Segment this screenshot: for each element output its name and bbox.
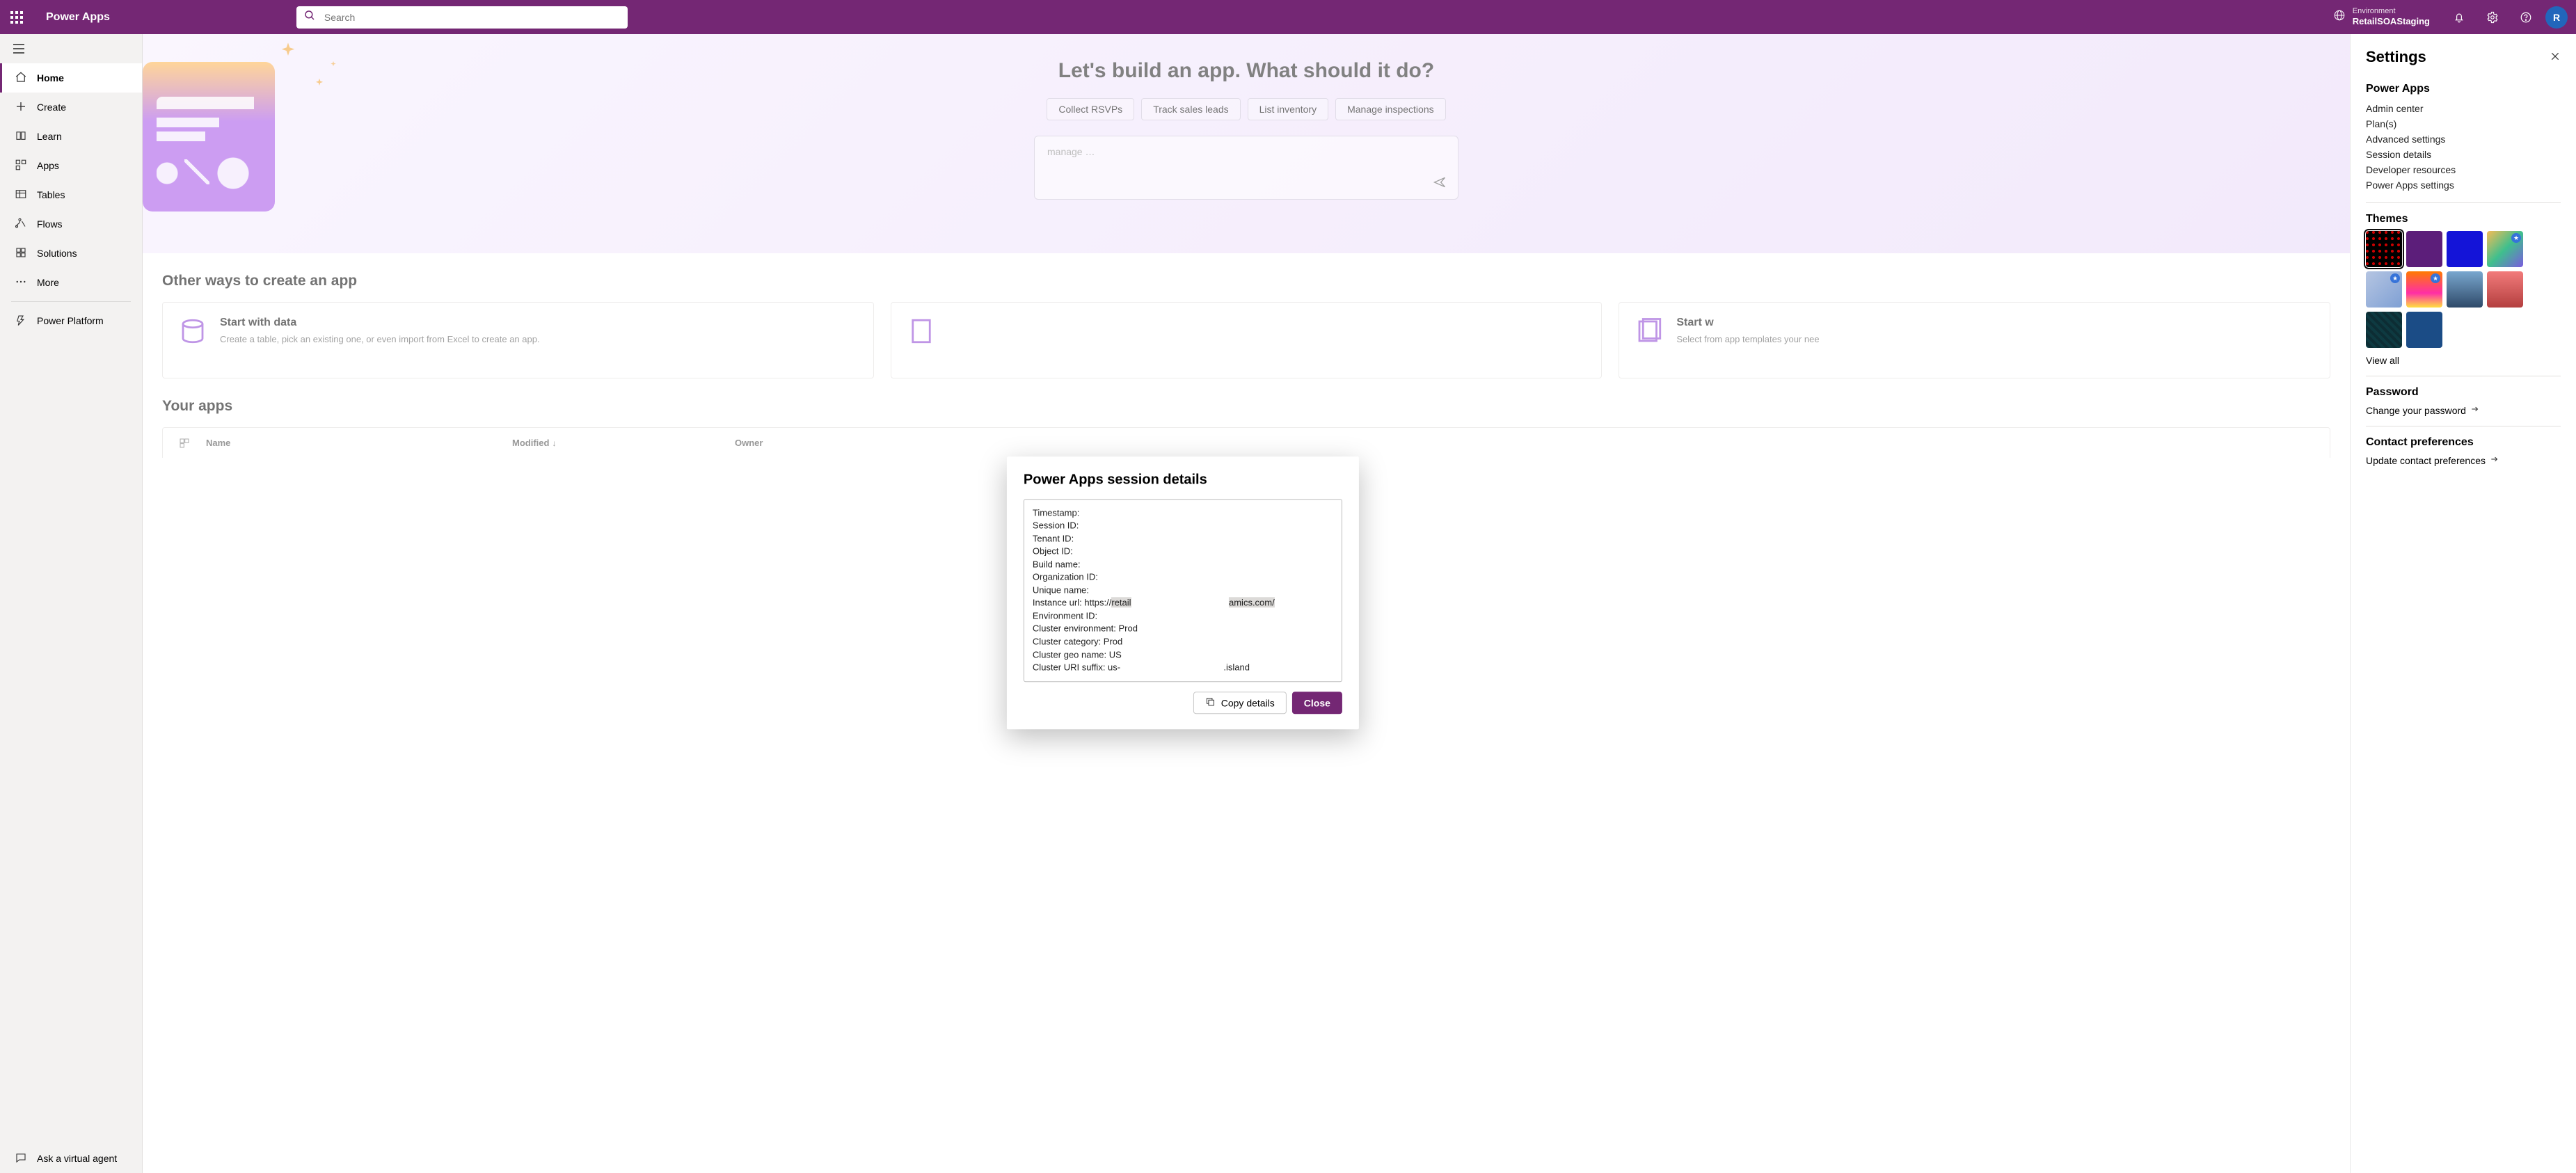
nav-power-platform[interactable]: Power Platform: [0, 306, 142, 335]
link-admin-center[interactable]: Admin center: [2366, 101, 2561, 116]
nav-label: Tables: [37, 189, 65, 200]
nav-flows[interactable]: Flows: [0, 209, 142, 239]
themes-view-all[interactable]: View all: [2366, 355, 2561, 366]
copy-label: Copy details: [1221, 697, 1275, 708]
theme-swatch-3[interactable]: ★: [2487, 231, 2523, 267]
theme-swatch-1[interactable]: [2406, 231, 2442, 267]
more-icon: [15, 276, 27, 290]
nav-label: More: [37, 277, 59, 288]
nav-label: Learn: [37, 131, 62, 142]
link-developer-resources[interactable]: Developer resources: [2366, 162, 2561, 177]
book-icon: [15, 129, 27, 144]
app-launcher[interactable]: [0, 0, 33, 34]
copy-details-button[interactable]: Copy details: [1193, 692, 1287, 714]
settings-section-password: Password: [2366, 386, 2561, 399]
nav-label: Ask a virtual agent: [37, 1153, 117, 1164]
settings-section-app: Power Apps: [2366, 83, 2561, 95]
nav-toggle[interactable]: [0, 34, 142, 63]
environment-label: Environment: [2353, 7, 2430, 16]
close-dialog-button[interactable]: Close: [1292, 692, 1342, 714]
environment-icon: [2333, 9, 2346, 25]
chat-icon: [15, 1151, 27, 1166]
help-button[interactable]: [2509, 0, 2543, 34]
star-icon: ★: [2390, 273, 2400, 283]
nav-home[interactable]: Home: [0, 63, 142, 93]
star-icon: ★: [2511, 233, 2521, 243]
arrow-right-icon: [2470, 404, 2480, 416]
link-power-apps-settings[interactable]: Power Apps settings: [2366, 177, 2561, 193]
theme-swatch-6[interactable]: [2447, 271, 2483, 308]
home-icon: [15, 71, 27, 86]
nav-label: Create: [37, 102, 66, 113]
environment-name: RetailSOAStaging: [2353, 16, 2430, 27]
theme-swatch-7[interactable]: [2487, 271, 2523, 308]
close-settings-button[interactable]: [2550, 51, 2561, 64]
nav-tables[interactable]: Tables: [0, 180, 142, 209]
nav-ask-agent[interactable]: Ask a virtual agent: [0, 1144, 142, 1173]
dialog-title: Power Apps session details: [1024, 472, 1342, 488]
link-change-password[interactable]: Change your password: [2366, 404, 2561, 416]
app-title: Power Apps: [33, 11, 122, 24]
nav-label: Flows: [37, 218, 63, 230]
session-details-dialog: Power Apps session details Timestamp: Se…: [1007, 456, 1359, 729]
link-label: Update contact preferences: [2366, 455, 2486, 466]
flow-icon: [15, 217, 27, 232]
plus-icon: [15, 100, 27, 115]
settings-section-themes: Themes: [2366, 213, 2561, 225]
power-platform-icon: [15, 314, 27, 328]
copy-icon: [1205, 696, 1216, 709]
settings-section-contact: Contact preferences: [2366, 436, 2561, 449]
theme-swatch-4[interactable]: ★: [2366, 271, 2402, 308]
search-icon: [303, 9, 316, 25]
nav-solutions[interactable]: Solutions: [0, 239, 142, 268]
arrow-right-icon: [2490, 454, 2499, 466]
theme-swatch-8[interactable]: [2366, 312, 2402, 348]
nav-create[interactable]: Create: [0, 93, 142, 122]
link-session-details[interactable]: Session details: [2366, 147, 2561, 162]
apps-icon: [15, 159, 27, 173]
avatar[interactable]: R: [2545, 6, 2568, 29]
session-details-text: Timestamp: Session ID: Tenant ID: Object…: [1024, 499, 1342, 682]
solutions-icon: [15, 246, 27, 261]
nav-more[interactable]: More: [0, 268, 142, 297]
link-plans[interactable]: Plan(s): [2366, 116, 2561, 131]
search-bar[interactable]: [296, 6, 628, 29]
nav-label: Solutions: [37, 248, 77, 259]
table-icon: [15, 188, 27, 202]
link-contact-preferences[interactable]: Update contact preferences: [2366, 454, 2561, 466]
notifications-button[interactable]: [2442, 0, 2476, 34]
settings-title: Settings: [2366, 48, 2426, 66]
theme-swatch-5[interactable]: ★: [2406, 271, 2442, 308]
nav-label: Apps: [37, 160, 59, 171]
search-input[interactable]: [324, 12, 621, 23]
link-advanced-settings[interactable]: Advanced settings: [2366, 131, 2561, 147]
link-label: Change your password: [2366, 405, 2466, 416]
nav-apps[interactable]: Apps: [0, 151, 142, 180]
theme-swatch-2[interactable]: [2447, 231, 2483, 267]
settings-button[interactable]: [2476, 0, 2509, 34]
environment-picker[interactable]: Environment RetailSOAStaging: [2321, 0, 2442, 34]
nav-learn[interactable]: Learn: [0, 122, 142, 151]
star-icon: ★: [2431, 273, 2440, 283]
theme-swatch-0[interactable]: [2366, 231, 2402, 267]
theme-swatch-9[interactable]: [2406, 312, 2442, 348]
nav-label: Home: [37, 72, 64, 83]
nav-label: Power Platform: [37, 315, 104, 326]
